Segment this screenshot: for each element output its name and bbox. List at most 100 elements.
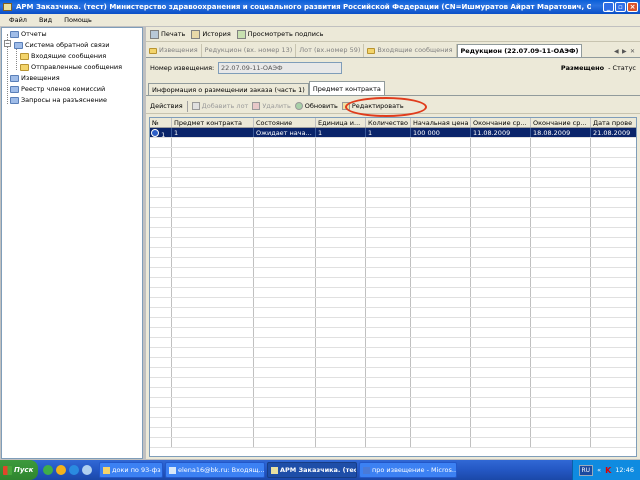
column-header-state[interactable]: Состояние (254, 118, 316, 127)
refresh-button[interactable]: Обновить (294, 102, 338, 110)
close-tab-icon[interactable]: ✕ (630, 48, 637, 57)
clock: 12:46 (615, 466, 634, 474)
empty-grid-cell (316, 318, 366, 327)
column-header-start-price[interactable]: Начальная цена (411, 118, 471, 127)
task-word-doc[interactable]: про извещение - Micros... (359, 462, 457, 478)
tree-item-requests[interactable]: Запросы на разъяснение (10, 95, 107, 105)
tab-reduction-13[interactable]: Редукцион (вх. номер 13) (202, 44, 297, 57)
tab-contract-subject[interactable]: Предмет контракта (308, 81, 385, 95)
empty-grid-cell (471, 358, 531, 367)
empty-grid-row (150, 258, 636, 268)
empty-grid-cell (150, 388, 172, 397)
chevron-left-icon[interactable]: ◀ (614, 48, 621, 57)
menu-help[interactable]: Помощь (64, 14, 92, 26)
add-lot-button[interactable]: Добавить лот (191, 102, 249, 110)
delete-label: Удалить (262, 102, 291, 110)
empty-grid-cell (172, 158, 254, 167)
empty-grid-cell (254, 338, 316, 347)
menu-view[interactable]: Вид (39, 14, 52, 26)
edit-button[interactable]: Редактировать (341, 102, 404, 110)
browser-icon[interactable] (56, 465, 66, 475)
empty-grid-cell (316, 168, 366, 177)
antivirus-icon[interactable]: K (605, 466, 611, 475)
empty-grid-row (150, 268, 636, 278)
empty-grid-cell (150, 368, 172, 377)
empty-grid-cell (591, 288, 636, 297)
empty-grid-cell (366, 208, 411, 217)
tab-label: Извещения (159, 46, 198, 54)
minimize-button[interactable]: _ (603, 2, 614, 12)
ie-icon[interactable] (69, 465, 79, 475)
maximize-button[interactable]: ▫ (615, 2, 626, 12)
tree-item-sent[interactable]: Отправленные сообщения (20, 62, 122, 72)
tree-item-notices[interactable]: Извещения (10, 73, 60, 83)
tab-reduction-active[interactable]: Редукцион (22.07.09-11-ОАЭФ) (456, 44, 583, 57)
task-docs-folder[interactable]: доки по 93-фз (99, 462, 163, 478)
printer-icon (150, 29, 159, 39)
table-row[interactable]: 1 1 Ожидает нача... 1 1 100 000 11.08.20… (150, 128, 636, 138)
actions-menu[interactable]: Действия (150, 102, 183, 110)
empty-grid-row (150, 428, 636, 438)
empty-grid-cell (316, 178, 366, 187)
tree-item-label: Система обратной связи (25, 41, 110, 49)
tree-item-inbox[interactable]: Входящие сообщения (20, 51, 106, 61)
tree-item-commission[interactable]: Реестр членов комиссий (10, 84, 105, 94)
empty-grid-cell (316, 328, 366, 337)
chevron-right-icon[interactable]: ▶ (622, 48, 629, 57)
empty-grid-cell (471, 338, 531, 347)
media-icon[interactable] (82, 465, 92, 475)
notice-number-field[interactable]: 22.07.09-11-ОАЭФ (218, 62, 342, 74)
start-button[interactable]: Пуск (0, 460, 38, 480)
print-button[interactable]: Печать (150, 29, 185, 39)
view-signature-button[interactable]: Просмотреть подпись (236, 29, 323, 39)
empty-grid-cell (254, 418, 316, 427)
column-header-number[interactable]: № (150, 118, 172, 127)
task-label: elena16@bk.ru: Входящ... (178, 466, 265, 474)
empty-grid-cell (411, 138, 471, 147)
tab-lot-59[interactable]: Лот (вх.номер 59) (296, 44, 365, 57)
empty-grid-cell (531, 208, 591, 217)
task-email[interactable]: elena16@bk.ru: Входящ... (165, 462, 265, 478)
refresh-icon (294, 102, 303, 110)
add-lot-label: Добавить лот (201, 102, 249, 110)
tab-inbox[interactable]: Входящие сообщения (364, 44, 457, 57)
column-header-end-date-1[interactable]: Окончание ср... (471, 118, 531, 127)
tree-item-label: Входящие сообщения (31, 52, 107, 60)
close-button[interactable]: × (627, 2, 638, 12)
window-title-bar[interactable]: АРМ Заказчика. (тест) Министерство здрав… (0, 0, 640, 14)
column-header-subject[interactable]: Предмет контракта (172, 118, 254, 127)
empty-grid-cell (366, 358, 411, 367)
empty-grid-row (150, 388, 636, 398)
tab-placement-info[interactable]: Информация о размещении заказа (часть 1) (148, 83, 309, 95)
empty-grid-cell (471, 228, 531, 237)
empty-grid-cell (150, 408, 172, 417)
empty-grid-cell (316, 208, 366, 217)
tree-expander-collapse[interactable]: − (4, 40, 11, 47)
tree-item-reports[interactable]: Отчеты (10, 29, 47, 39)
empty-grid-cell (150, 158, 172, 167)
history-button[interactable]: История (191, 29, 231, 39)
empty-grid-cell (316, 378, 366, 387)
column-header-quantity[interactable]: Количество (366, 118, 411, 127)
empty-grid-cell (411, 418, 471, 427)
column-header-end-date-2[interactable]: Окончание ср... (531, 118, 591, 127)
empty-grid-cell (316, 188, 366, 197)
menu-file[interactable]: Файл (9, 14, 27, 26)
empty-grid-cell (366, 188, 411, 197)
tab-notices[interactable]: Извещения (146, 44, 202, 57)
column-header-date[interactable]: Дата прове (591, 118, 636, 127)
empty-grid-cell (150, 248, 172, 257)
task-arm-customer[interactable]: АРМ Заказчика. (тес... (267, 462, 357, 478)
empty-grid-cell (316, 408, 366, 417)
delete-button[interactable]: Удалить (252, 102, 291, 110)
language-indicator[interactable]: RU (578, 464, 594, 476)
status-value: Размещено (560, 64, 605, 72)
empty-grid-cell (471, 298, 531, 307)
desktop-icon[interactable] (43, 465, 53, 475)
word-icon (363, 466, 370, 474)
column-header-unit[interactable]: Единица и... (316, 118, 366, 127)
empty-grid-cell (411, 268, 471, 277)
tray-expand-icon[interactable]: « (597, 466, 601, 474)
app-icon (3, 3, 12, 11)
tree-item-feedback[interactable]: Система обратной связи (14, 40, 109, 50)
